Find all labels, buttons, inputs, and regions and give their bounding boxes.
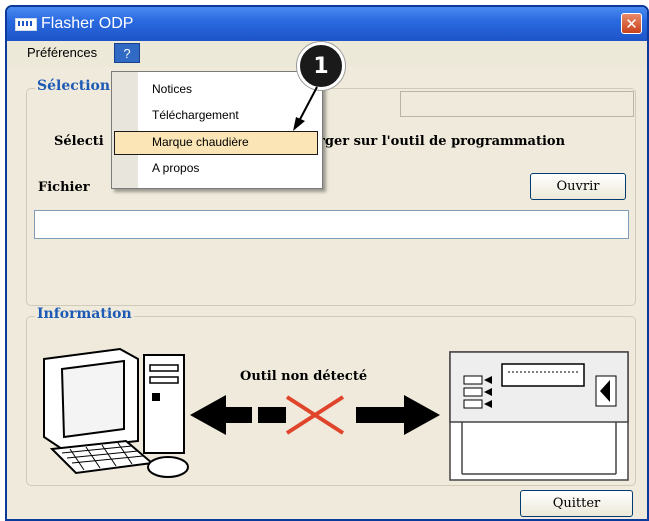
status-text: Outil non détecté (240, 369, 368, 384)
instruction-text-left: Sélecti (54, 134, 104, 149)
programming-tool-icon (449, 351, 629, 481)
readonly-field (400, 91, 634, 117)
menu-help[interactable]: ? (114, 43, 140, 63)
app-icon (15, 18, 37, 31)
main-window: Flasher ODP ✕ Préférences ? Sélection Sé… (5, 5, 649, 521)
instruction-text-right: rger sur l'outil de programmation (318, 134, 566, 149)
callout-badge: 1 (297, 42, 345, 90)
menu-item-download[interactable]: Téléchargement (152, 108, 239, 122)
window-title: Flasher ODP (41, 15, 134, 32)
menu-item-about[interactable]: A propos (152, 161, 199, 175)
menu-item-notices[interactable]: Notices (152, 82, 192, 96)
close-button[interactable]: ✕ (621, 13, 642, 34)
menu-gutter (112, 72, 138, 188)
information-legend: Information (35, 306, 134, 322)
file-path-input[interactable] (34, 210, 629, 239)
menu-item-boiler-brand[interactable]: Marque chaudière (152, 135, 249, 149)
computer-icon (43, 347, 189, 478)
quit-button[interactable]: Quitter (520, 490, 633, 517)
menu-preferences[interactable]: Préférences (27, 45, 97, 60)
file-label: Fichier (38, 180, 90, 195)
callout-arrow-icon (293, 86, 318, 131)
open-button[interactable]: Ouvrir (530, 173, 626, 200)
error-cross-icon (285, 395, 345, 435)
selection-legend: Sélection (35, 78, 113, 94)
title-bar[interactable]: Flasher ODP ✕ (7, 7, 647, 41)
